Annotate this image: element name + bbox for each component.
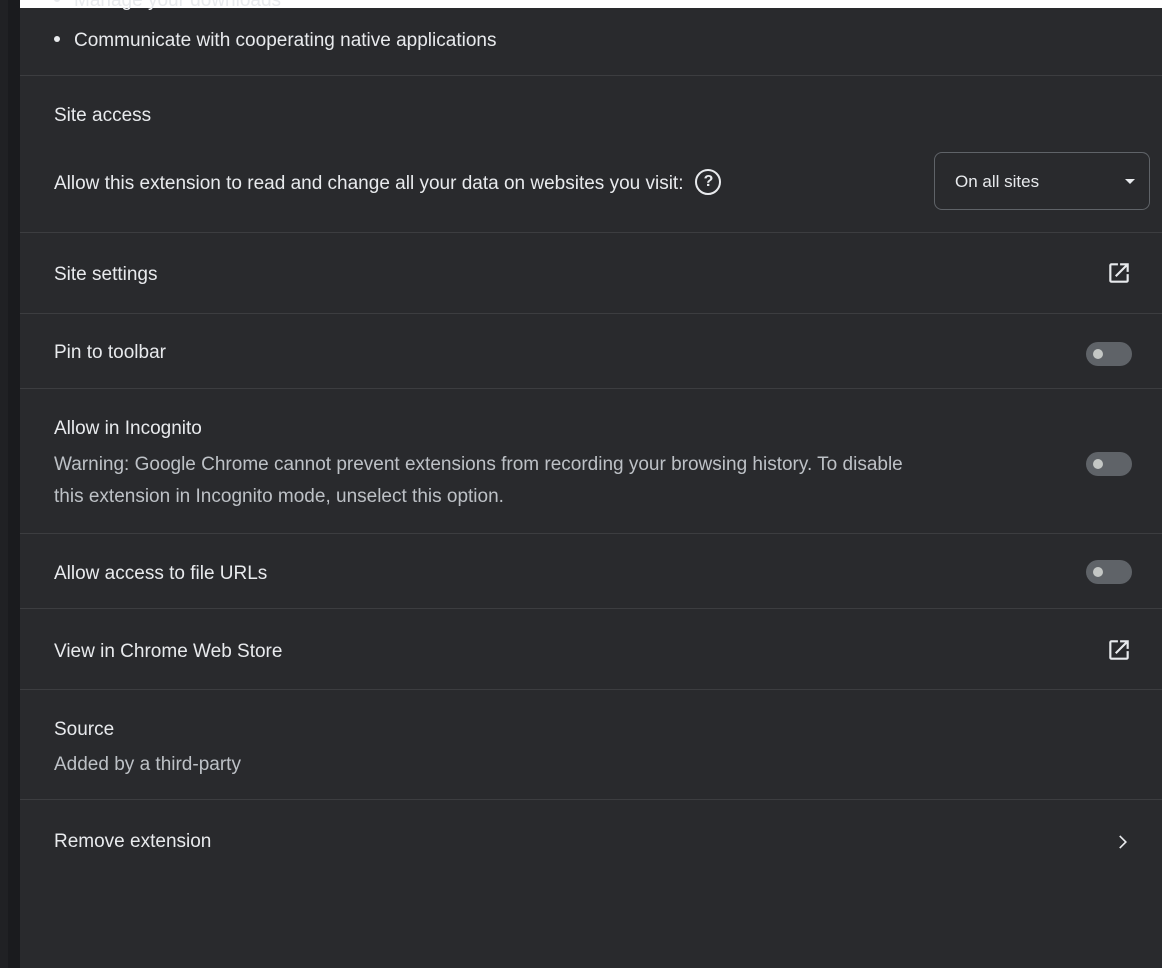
permission-item: Communicate with cooperating native appl… [54, 30, 496, 52]
permission-item: Manage your downloads [54, 0, 281, 12]
site-access-dropdown[interactable]: On all sites [934, 152, 1150, 210]
incognito-warning-line: this extension in Incognito mode, unsele… [54, 486, 504, 507]
remove-extension-button[interactable]: Remove extension [54, 831, 211, 853]
toggle-knob [1093, 567, 1103, 577]
site-access-description: Allow this extension to read and change … [54, 169, 722, 197]
site-access-description-text: Allow this extension to read and change … [54, 173, 684, 195]
left-window-edge [0, 0, 20, 968]
divider [20, 232, 1162, 233]
source-value: Added by a third-party [54, 754, 241, 775]
caret-down-icon [1125, 179, 1135, 184]
divider [20, 533, 1162, 534]
allow-incognito-toggle[interactable] [1086, 452, 1132, 476]
toggle-knob [1093, 459, 1103, 469]
site-settings-link[interactable]: Site settings [54, 264, 158, 286]
bullet-dot [54, 35, 60, 42]
divider [20, 313, 1162, 314]
divider [20, 608, 1162, 609]
incognito-warning-line: Warning: Google Chrome cannot prevent ex… [54, 454, 903, 475]
extension-details-panel: Manage your downloads Communicate with c… [20, 0, 1162, 968]
pin-to-toolbar-toggle[interactable] [1086, 342, 1132, 366]
toggle-knob [1093, 349, 1103, 359]
file-urls-toggle[interactable] [1086, 560, 1132, 584]
site-access-heading: Site access [54, 105, 152, 126]
help-icon[interactable]: ? [695, 169, 722, 195]
source-label: Source [54, 719, 115, 740]
left-window-border [8, 0, 20, 968]
divider [20, 689, 1162, 690]
permission-item-text: Manage your downloads [74, 0, 282, 11]
open-in-new-icon[interactable] [1106, 637, 1132, 663]
web-store-link[interactable]: View in Chrome Web Store [54, 641, 282, 663]
divider [20, 75, 1162, 76]
site-access-dropdown-value: On all sites [955, 172, 1040, 191]
permission-item-text: Communicate with cooperating native appl… [74, 30, 497, 51]
pin-to-toolbar-label: Pin to toolbar [54, 342, 166, 363]
bullet-dot [54, 0, 60, 2]
divider [20, 388, 1162, 389]
divider [20, 799, 1162, 800]
open-in-new-icon[interactable] [1106, 260, 1132, 286]
file-urls-label: Allow access to file URLs [54, 563, 268, 584]
chevron-right-icon[interactable] [1112, 832, 1132, 852]
allow-incognito-label: Allow in Incognito [54, 418, 202, 439]
